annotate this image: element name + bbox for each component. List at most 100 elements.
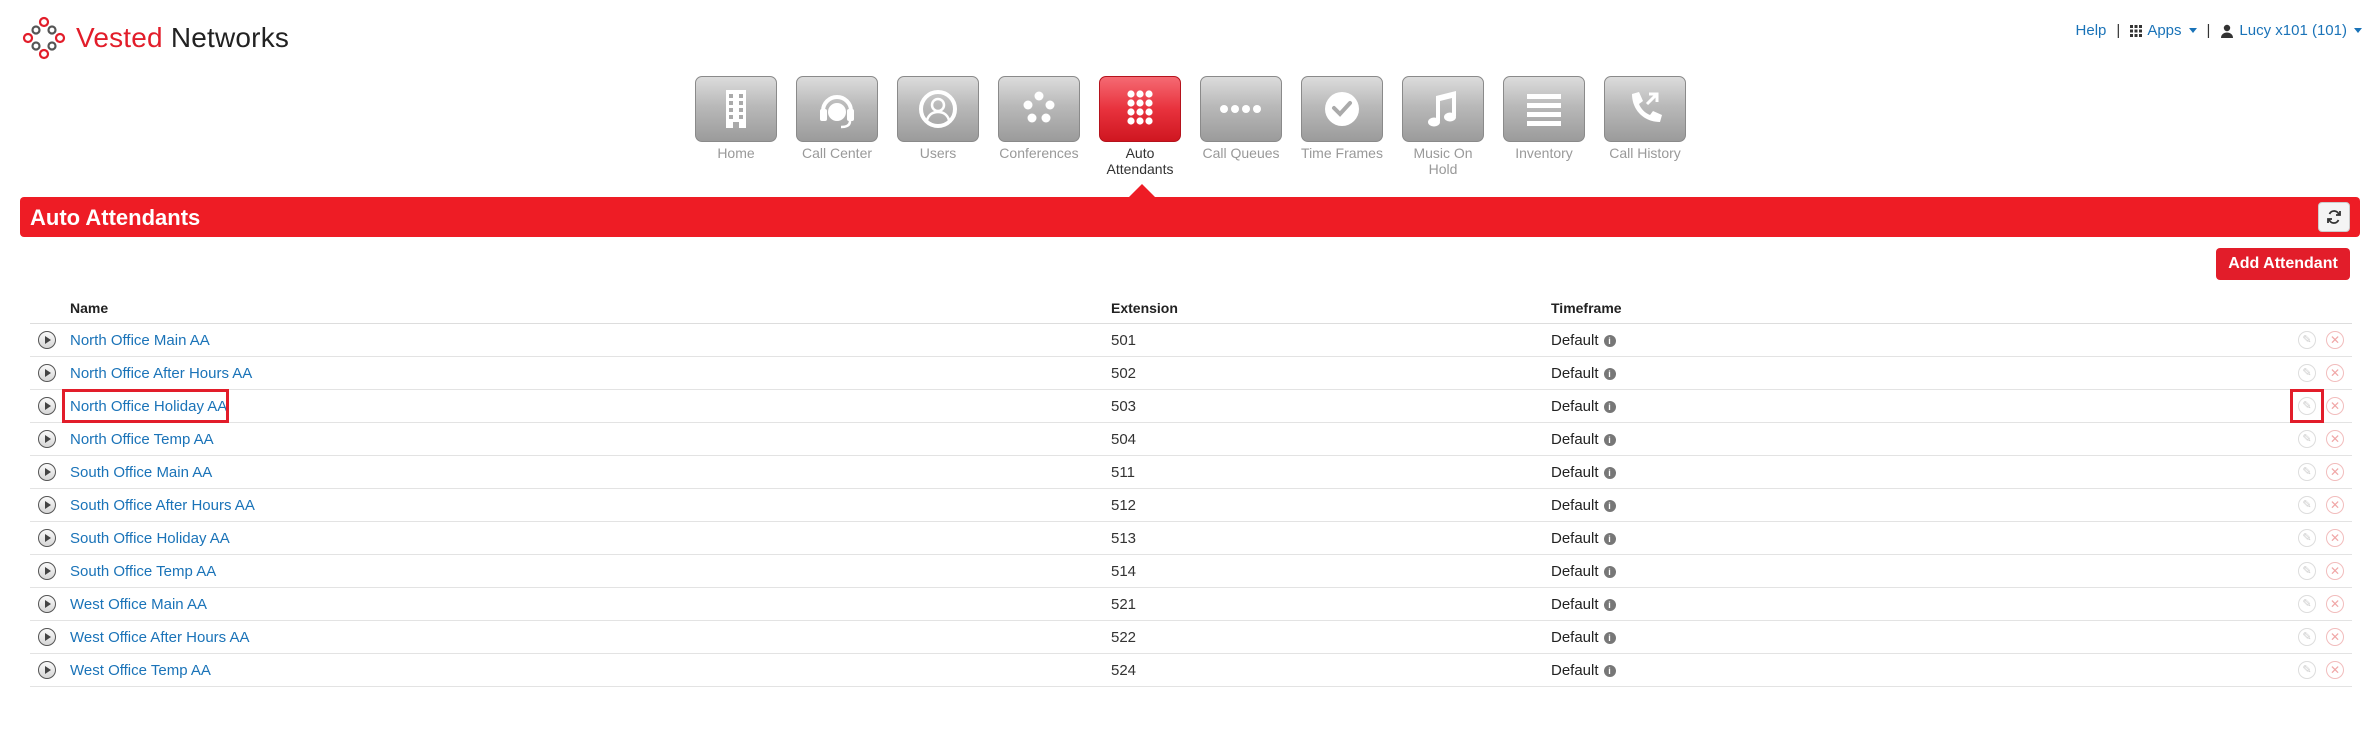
app-tile [1200, 76, 1282, 142]
app-call-center[interactable]: Call Center [795, 76, 879, 177]
timeframe-cell: Default i [1551, 365, 1616, 382]
play-icon[interactable] [38, 529, 56, 547]
apps-menu[interactable]: Apps [2130, 22, 2197, 39]
play-icon[interactable] [38, 562, 56, 580]
app-conferences[interactable]: Conferences [997, 76, 1081, 177]
edit-icon[interactable]: ✎ [2298, 595, 2316, 613]
attendant-name-link[interactable]: South Office Holiday AA [70, 530, 230, 547]
play-icon[interactable] [38, 430, 56, 448]
info-icon[interactable]: i [1603, 631, 1616, 644]
edit-icon[interactable]: ✎ [2298, 529, 2316, 547]
active-app-pointer [1129, 184, 1155, 197]
info-icon[interactable]: i [1603, 565, 1616, 578]
attendant-name-link[interactable]: South Office Main AA [70, 464, 212, 481]
app-music-on-hold[interactable]: Music On Hold [1401, 76, 1485, 177]
attendant-name-link[interactable]: West Office Temp AA [70, 662, 211, 679]
table-row: South Office Temp AA 514 Default i ✎ ✕ [30, 555, 2352, 588]
app-label: Call Center [801, 145, 873, 161]
app-call-queues[interactable]: Call Queues [1199, 76, 1283, 177]
app-time-frames[interactable]: Time Frames [1300, 76, 1384, 177]
info-icon[interactable]: i [1603, 664, 1616, 677]
edit-icon[interactable]: ✎ [2298, 496, 2316, 514]
edit-icon[interactable]: ✎ [2298, 397, 2316, 415]
delete-icon[interactable]: ✕ [2326, 628, 2344, 646]
info-icon[interactable]: i [1603, 499, 1616, 512]
attendant-name-link[interactable]: West Office Main AA [70, 596, 207, 613]
info-icon[interactable]: i [1603, 334, 1616, 347]
info-icon[interactable]: i [1603, 400, 1616, 413]
timeframe-value: Default [1551, 563, 1599, 580]
edit-icon[interactable]: ✎ [2298, 463, 2316, 481]
info-icon[interactable]: i [1603, 367, 1616, 380]
user-menu[interactable]: Lucy x101 (101) [2220, 22, 2362, 39]
delete-icon[interactable]: ✕ [2326, 397, 2344, 415]
info-icon[interactable]: i [1603, 466, 1616, 479]
edit-icon[interactable]: ✎ [2298, 661, 2316, 679]
column-header-timeframe[interactable]: Timeframe [1551, 300, 1622, 316]
attendant-name-link[interactable]: North Office Temp AA [70, 431, 214, 448]
help-link[interactable]: Help [2076, 22, 2107, 39]
app-home[interactable]: Home [694, 76, 778, 177]
attendant-name-link[interactable]: North Office After Hours AA [70, 365, 252, 382]
brand-logo[interactable]: Vested Networks [20, 14, 289, 62]
chevron-down-icon [2188, 28, 2197, 33]
delete-icon[interactable]: ✕ [2326, 463, 2344, 481]
play-icon[interactable] [38, 364, 56, 382]
play-icon[interactable] [38, 496, 56, 514]
refresh-button[interactable] [2318, 202, 2350, 232]
column-header-extension[interactable]: Extension [1111, 300, 1178, 316]
play-icon[interactable] [38, 628, 56, 646]
edit-icon[interactable]: ✎ [2298, 364, 2316, 382]
add-attendant-button[interactable]: Add Attendant [2216, 248, 2350, 280]
table-row: South Office After Hours AA 512 Default i… [30, 489, 2352, 522]
timeframe-cell: Default i [1551, 464, 1616, 481]
delete-icon[interactable]: ✕ [2326, 595, 2344, 613]
table-row: North Office After Hours AA 502 Default i… [30, 357, 2352, 390]
info-icon[interactable]: i [1603, 532, 1616, 545]
app-auto-attendants[interactable]: Auto Attendants [1098, 76, 1182, 177]
attendant-name-link[interactable]: South Office After Hours AA [70, 497, 255, 514]
timeframe-value: Default [1551, 629, 1599, 646]
timeframe-cell: Default i [1551, 398, 1616, 415]
edit-icon[interactable]: ✎ [2298, 331, 2316, 349]
attendant-name-link[interactable]: South Office Temp AA [70, 563, 216, 580]
edit-icon[interactable]: ✎ [2298, 430, 2316, 448]
play-icon[interactable] [38, 661, 56, 679]
attendant-name-link[interactable]: West Office After Hours AA [70, 629, 250, 646]
attendant-name-link[interactable]: North Office Holiday AA [70, 398, 227, 415]
delete-icon[interactable]: ✕ [2326, 331, 2344, 349]
extension-cell: 521 [1111, 596, 1137, 613]
delete-icon[interactable]: ✕ [2326, 364, 2344, 382]
app-tile [998, 76, 1080, 142]
info-icon[interactable]: i [1603, 433, 1616, 446]
delete-icon[interactable]: ✕ [2326, 430, 2344, 448]
app-label: Call Queues [1202, 145, 1280, 161]
edit-icon[interactable]: ✎ [2298, 562, 2316, 580]
apps-label: Apps [2147, 22, 2182, 39]
play-icon[interactable] [38, 463, 56, 481]
play-icon[interactable] [38, 331, 56, 349]
app-users[interactable]: Users [896, 76, 980, 177]
timeframe-value: Default [1551, 596, 1599, 613]
edit-icon[interactable]: ✎ [2298, 628, 2316, 646]
app-inventory[interactable]: Inventory [1502, 76, 1586, 177]
delete-icon[interactable]: ✕ [2326, 661, 2344, 679]
attendants-table: Name Extension Timeframe North Office Ma… [30, 296, 2352, 687]
play-icon[interactable] [38, 595, 56, 613]
delete-icon[interactable]: ✕ [2326, 496, 2344, 514]
table-row: West Office Main AA 521 Default i ✎ ✕ [30, 588, 2352, 621]
app-call-history[interactable]: Call History [1603, 76, 1687, 177]
brand-name: Vested Networks [76, 22, 290, 53]
delete-icon[interactable]: ✕ [2326, 562, 2344, 580]
building-icon [726, 90, 746, 128]
column-header-name[interactable]: Name [70, 300, 108, 316]
app-tile [1604, 76, 1686, 142]
grid-icon [2130, 24, 2143, 37]
play-icon[interactable] [38, 397, 56, 415]
info-icon[interactable]: i [1603, 598, 1616, 611]
music-note-icon [1428, 91, 1456, 127]
attendant-name-link[interactable]: North Office Main AA [70, 332, 210, 349]
table-header: Name Extension Timeframe [30, 296, 2352, 324]
delete-icon[interactable]: ✕ [2326, 529, 2344, 547]
extension-cell: 501 [1111, 332, 1137, 349]
